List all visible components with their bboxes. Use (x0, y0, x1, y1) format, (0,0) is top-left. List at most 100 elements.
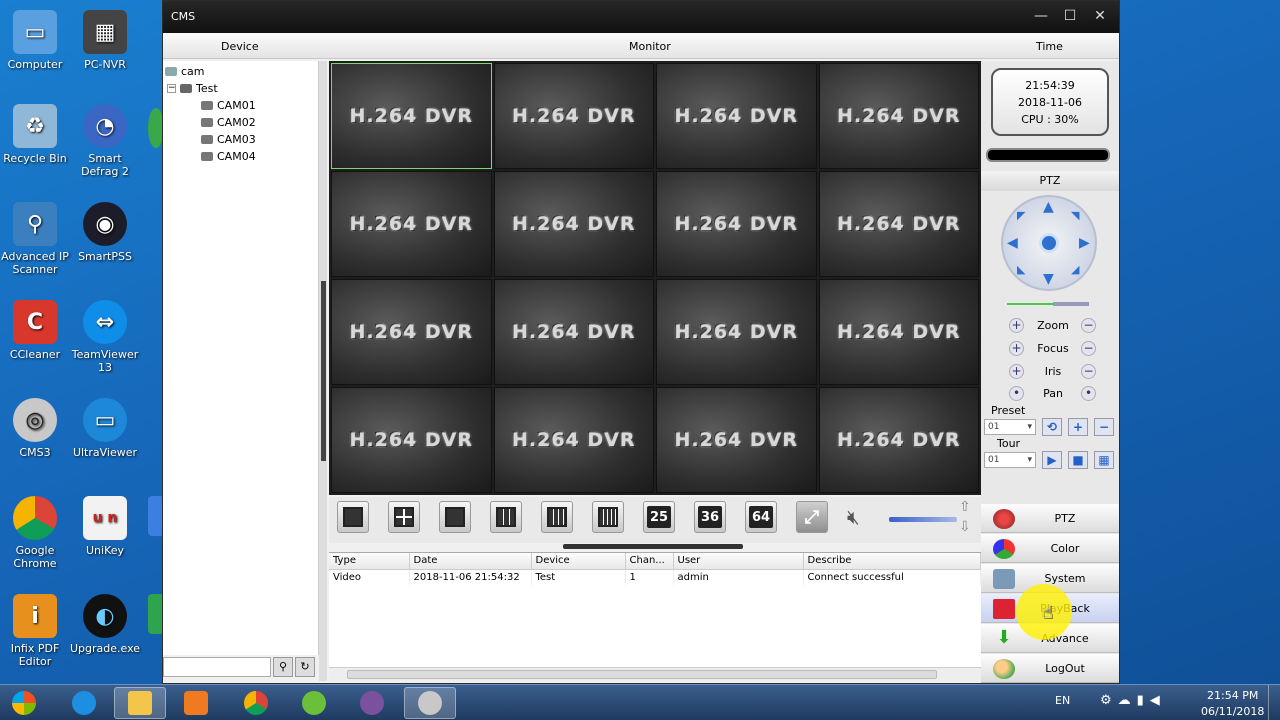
desktop-icon-ccleaner[interactable]: C CCleaner (0, 300, 70, 361)
layout-36-button[interactable]: 36 (694, 501, 726, 533)
menu-ptz[interactable]: PTZ (981, 504, 1119, 533)
layout-4-button[interactable] (388, 501, 420, 533)
arrow-down-right-icon[interactable]: ◢ (1071, 263, 1079, 276)
desktop-icon-infix-pdf[interactable]: i Infix PDF Editor (0, 594, 70, 668)
tree-group[interactable]: − Test (167, 82, 218, 95)
video-cell[interactable]: H.264 DVR (656, 387, 817, 493)
video-cell[interactable]: H.264 DVR (331, 387, 492, 493)
log-header[interactable]: Describe (803, 553, 981, 570)
collapse-icon[interactable]: − (167, 84, 176, 93)
video-cell[interactable]: H.264 DVR (331, 63, 492, 169)
splitter-handle[interactable] (321, 281, 326, 461)
clock-time-tray[interactable]: 21:54 PM (1207, 689, 1258, 702)
ptz-direction-pad[interactable]: ▲ ▼ ◀ ▶ ◤ ◥ ◣ ◢ (1001, 195, 1097, 291)
tray-icons[interactable]: ⚙☁▮◀ (1100, 693, 1166, 708)
taskbar-app[interactable] (288, 687, 340, 719)
tree-camera[interactable]: CAM02 (201, 116, 256, 129)
start-button[interactable] (2, 687, 46, 719)
preset-remove-button[interactable]: − (1094, 418, 1114, 436)
video-cell[interactable]: H.264 DVR (656, 171, 817, 277)
tree-search-input[interactable] (163, 657, 271, 677)
ptz-speed-slider[interactable] (1007, 301, 1089, 307)
search-icon[interactable]: ⚲ (273, 657, 293, 677)
desktop-icon-smartpss[interactable]: ◉ SmartPSS (70, 202, 140, 263)
tour-stop-button[interactable]: ■ (1068, 451, 1088, 469)
layout-16-button[interactable] (541, 501, 573, 533)
tour-select[interactable]: 01 (984, 452, 1036, 468)
desktop-icon-pc-nvr[interactable]: ▦ PC-NVR (70, 10, 140, 71)
video-cell[interactable]: H.264 DVR (818, 279, 979, 385)
arrow-down-left-icon[interactable]: ◣ (1017, 263, 1025, 276)
layout-25-button[interactable]: 25 (643, 501, 675, 533)
horizontal-scrollbar[interactable] (329, 667, 981, 681)
tour-grid-button[interactable]: ▦ (1094, 451, 1114, 469)
layout-9-button[interactable] (490, 501, 522, 533)
arrow-up-left-icon[interactable]: ◤ (1017, 209, 1025, 222)
close-icon[interactable]: ✕ (1090, 8, 1110, 24)
arrow-left-icon[interactable]: ◀ (1007, 235, 1018, 251)
video-cell[interactable]: H.264 DVR (331, 171, 492, 277)
video-cell[interactable]: H.264 DVR (493, 171, 654, 277)
video-cell[interactable]: H.264 DVR (493, 63, 654, 169)
preset-add-button[interactable]: + (1068, 418, 1088, 436)
video-cell[interactable]: H.264 DVR (493, 387, 654, 493)
pan-right-button[interactable]: • (1081, 386, 1096, 401)
taskbar-viber[interactable] (346, 687, 398, 719)
menu-color[interactable]: Color (981, 534, 1119, 563)
fullscreen-button[interactable]: ⤢ (796, 501, 828, 533)
desktop-icon-advanced-ip-scanner[interactable]: ⚲ Advanced IP Scanner (0, 202, 70, 276)
preset-goto-button[interactable]: ⟲ (1042, 418, 1062, 436)
scroll-up-icon[interactable]: ⇧ (959, 499, 971, 515)
tree-camera[interactable]: CAM03 (201, 133, 256, 146)
log-header[interactable]: Type (329, 553, 410, 570)
scrollbar-thumb[interactable] (347, 670, 937, 679)
desktop-icon-teamviewer[interactable]: ⇔ TeamViewer 13 (70, 300, 140, 374)
taskbar-chrome[interactable] (230, 687, 282, 719)
desktop-icon-cms3[interactable]: ◎ CMS3 (0, 398, 70, 459)
panel-splitter[interactable] (319, 61, 327, 681)
tour-play-button[interactable]: ▶ (1042, 451, 1062, 469)
ptz-center-button[interactable] (1039, 233, 1059, 253)
language-indicator[interactable]: EN (1055, 694, 1070, 707)
desktop-icon-computer[interactable]: ▭ Computer (0, 10, 70, 71)
taskbar-media[interactable] (170, 687, 222, 719)
arrow-up-icon[interactable]: ▲ (1043, 199, 1054, 215)
layout-20-button[interactable] (592, 501, 624, 533)
desktop-icon-upgrade[interactable]: ◐ Upgrade.exe (70, 594, 140, 655)
video-cell[interactable]: H.264 DVR (818, 387, 979, 493)
clock-date-tray[interactable]: 06/11/2018 (1201, 705, 1264, 718)
minimize-icon[interactable]: — (1031, 8, 1051, 24)
video-cell[interactable]: H.264 DVR (818, 171, 979, 277)
video-cell[interactable]: H.264 DVR (818, 63, 979, 169)
desktop-icon-recycle-bin[interactable]: ♻ Recycle Bin (0, 104, 70, 165)
video-cell[interactable]: H.264 DVR (656, 63, 817, 169)
video-cell[interactable]: H.264 DVR (656, 279, 817, 385)
menu-logout[interactable]: LogOut (981, 654, 1119, 683)
maximize-icon[interactable]: ☐ (1060, 8, 1080, 24)
log-header[interactable]: Device (531, 553, 626, 570)
taskbar-cms[interactable] (404, 687, 456, 719)
video-cell[interactable]: H.264 DVR (493, 279, 654, 385)
table-row[interactable]: Video 2018-11-06 21:54:32 Test 1 admin C… (329, 569, 981, 585)
preset-select[interactable]: 01 (984, 419, 1036, 435)
video-cell[interactable]: H.264 DVR (331, 279, 492, 385)
log-header[interactable]: Chan... (625, 553, 674, 570)
tree-root[interactable]: cam (165, 65, 205, 78)
zoom-out-button[interactable]: − (1081, 318, 1096, 333)
scroll-down-icon[interactable]: ⇩ (959, 519, 971, 535)
taskbar-ie[interactable] (58, 687, 110, 719)
desktop-icon-chrome[interactable]: Google Chrome (0, 496, 70, 570)
arrow-up-right-icon[interactable]: ◥ (1071, 209, 1079, 222)
refresh-icon[interactable]: ↻ (295, 657, 315, 677)
taskbar-explorer[interactable] (114, 687, 166, 719)
tree-camera[interactable]: CAM01 (201, 99, 256, 112)
show-desktop-button[interactable] (1268, 685, 1280, 720)
iris-close-button[interactable]: − (1081, 364, 1096, 379)
arrow-right-icon[interactable]: ▶ (1079, 235, 1090, 251)
log-header[interactable]: User (673, 553, 804, 570)
desktop-icon-ultraviewer[interactable]: ▭ UltraViewer (70, 398, 140, 459)
volume-slider[interactable] (889, 517, 957, 522)
arrow-down-icon[interactable]: ▼ (1043, 271, 1054, 287)
layout-64-button[interactable]: 64 (745, 501, 777, 533)
focus-far-button[interactable]: − (1081, 341, 1096, 356)
